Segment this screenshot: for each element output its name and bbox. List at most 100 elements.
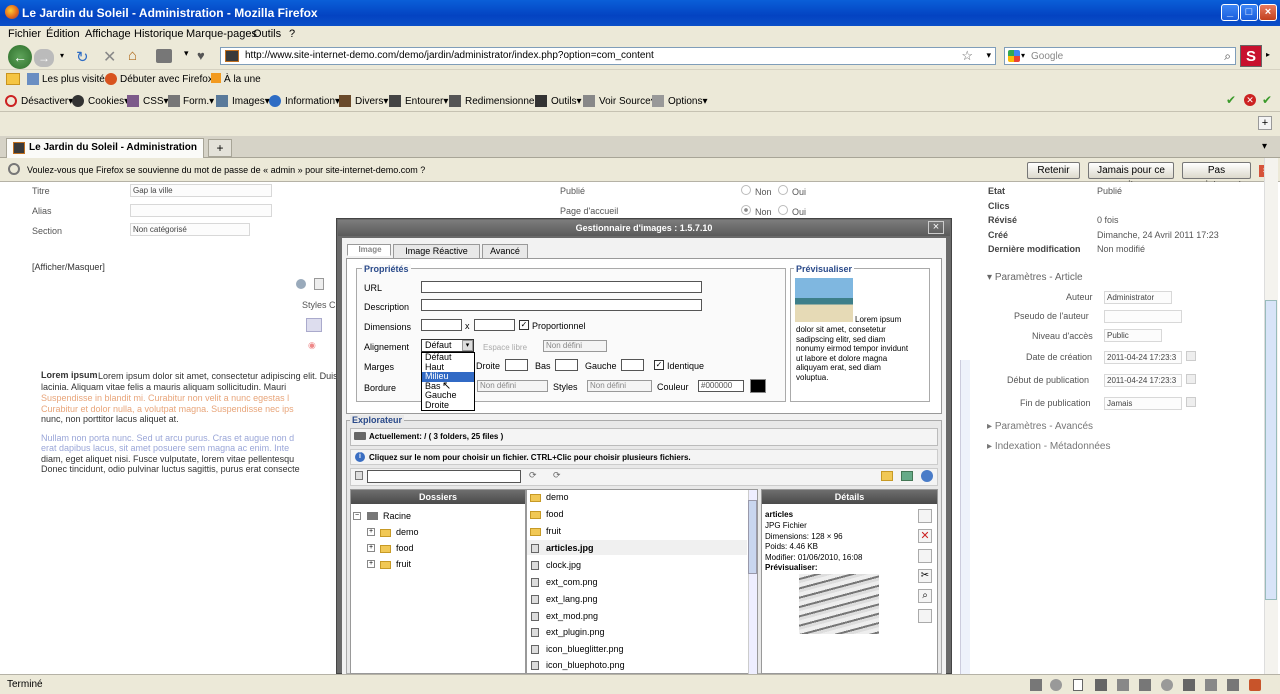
forward-icon[interactable]: → (34, 49, 54, 67)
not-now-button[interactable]: Pas maintenant (1182, 162, 1251, 191)
url-input[interactable] (421, 281, 702, 293)
accueil-oui-radio[interactable] (778, 205, 788, 215)
tree-food[interactable]: food (380, 543, 414, 553)
file-clock-jpg[interactable]: clock.jpg (531, 560, 581, 571)
files-scrollbar-thumb[interactable] (748, 500, 757, 574)
date-creation-input[interactable]: 2011-04-24 17:23:3 (1104, 351, 1182, 364)
menu-marque-pages[interactable]: Marque-pages (186, 28, 257, 40)
zoom-icon[interactable]: ⌕ (918, 589, 932, 603)
search-box[interactable]: ▾ Google ⌕ (1004, 47, 1236, 65)
dev-voir-source[interactable]: Voir Source▾ (599, 96, 656, 107)
file-articles-jpg[interactable]: articles.jpg (531, 543, 594, 554)
insert-icon[interactable] (918, 509, 932, 523)
star-bookmark-icon[interactable]: ☆ (961, 48, 973, 64)
params-avances-header[interactable]: ▸ Paramètres - Avancés (987, 421, 1093, 432)
status-icon-2[interactable] (1050, 679, 1062, 691)
reload-icon[interactable]: ↻ (76, 48, 89, 66)
color-input[interactable]: #000000 (698, 380, 744, 392)
debut-input[interactable]: 2011-04-24 17:23:3 (1104, 374, 1182, 387)
new-folder-icon[interactable] (881, 471, 893, 481)
status-icon-4[interactable] (1095, 679, 1107, 691)
color-picker-icon[interactable] (750, 379, 766, 393)
margin-bottom-input[interactable] (555, 359, 578, 371)
tree-expand-icon[interactable]: + (367, 528, 375, 536)
status-icon-11[interactable] (1249, 679, 1261, 691)
close-window-button[interactable]: × (1259, 4, 1277, 21)
status-icon-5[interactable] (1117, 679, 1129, 691)
border-width-select[interactable]: Non défini (477, 380, 548, 392)
url-text[interactable]: http://www.site-internet-demo.com/demo/j… (245, 50, 654, 61)
dialog-close-button[interactable]: × (928, 221, 944, 234)
dev-information[interactable]: Information▾ (285, 96, 340, 107)
history-dropdown-icon[interactable]: ▾ (60, 51, 64, 60)
titre-input[interactable]: Gap la ville (130, 184, 272, 197)
identical-checkbox[interactable]: ✓ (654, 360, 664, 370)
status-icon-8[interactable] (1183, 679, 1195, 691)
width-input[interactable] (421, 319, 462, 331)
bookmark-a-la-une[interactable]: À la une (224, 74, 261, 85)
file-icon-bluephoto[interactable]: icon_bluephoto.png (531, 660, 625, 671)
tab-avance[interactable]: Avancé (482, 244, 528, 259)
menu-fichier[interactable]: Fichier (8, 28, 41, 40)
accueil-non-radio[interactable] (741, 205, 751, 215)
file-ext-mod[interactable]: ext_mod.png (531, 611, 598, 622)
fin-input[interactable]: Jamais (1104, 397, 1182, 410)
toolbar-dropdown-icon[interactable]: ▾ (184, 48, 189, 59)
margin-right-input[interactable] (505, 359, 528, 371)
dev-divers[interactable]: Divers▾ (355, 96, 388, 107)
download-icon[interactable] (156, 49, 172, 63)
editor-help-icon[interactable] (296, 279, 306, 289)
align-option-droite[interactable]: Droite (422, 400, 474, 411)
search-icon[interactable]: ⌕ (1224, 49, 1231, 64)
cut-icon[interactable]: ✂ (918, 569, 932, 583)
engine-dropdown-icon[interactable]: ▾ (1021, 51, 1025, 60)
file-icon-blueglitter[interactable]: icon_blueglitter.png (531, 644, 624, 655)
maximize-button[interactable]: □ (1240, 4, 1258, 21)
url-dropdown-icon[interactable]: ▾ (986, 50, 991, 61)
calendar-icon-3[interactable] (1186, 397, 1196, 407)
description-input[interactable] (421, 299, 702, 311)
margin-left-input[interactable] (621, 359, 644, 371)
dev-entourer[interactable]: Entourer▾ (405, 96, 448, 107)
status-icon-3[interactable] (1073, 679, 1083, 691)
status-icon-1[interactable] (1030, 679, 1042, 691)
overflow-icon[interactable]: ▸ (1266, 50, 1270, 59)
help-icon[interactable] (921, 470, 933, 482)
back-icon[interactable]: ← (8, 45, 32, 69)
tab-image-reactive[interactable]: Image Réactive (393, 244, 480, 259)
dev-options[interactable]: Options▾ (668, 96, 707, 107)
editor-table-icon[interactable] (306, 318, 322, 332)
section-select[interactable]: Non catégorisé (130, 223, 250, 236)
dev-desactiver[interactable]: Désactiver▾ (21, 96, 73, 107)
content-scrollbar[interactable] (960, 360, 970, 674)
select-arrow-icon[interactable]: ▾ (462, 340, 473, 351)
dev-outils[interactable]: Outils▾ (551, 96, 582, 107)
params-article-header[interactable]: ▾ Paramètres - Article (987, 272, 1083, 283)
publie-oui-radio[interactable] (778, 185, 788, 195)
tree-root[interactable]: Racine (367, 511, 411, 521)
dev-cookies[interactable]: Cookies▾ (88, 96, 129, 107)
copy-icon[interactable] (918, 549, 932, 563)
espace-libre-select[interactable]: Non défini (543, 340, 607, 352)
tab-image[interactable]: Image (347, 244, 391, 256)
new-tab-button[interactable]: + (208, 139, 232, 157)
tree-collapse-icon[interactable]: − (353, 512, 361, 520)
delete-icon[interactable]: ✕ (918, 529, 932, 543)
file-food[interactable]: food (530, 509, 564, 519)
menu-historique[interactable]: Historique (134, 28, 184, 40)
remember-button[interactable]: Retenir (1027, 162, 1080, 179)
url-bar[interactable]: http://www.site-internet-demo.com/demo/j… (220, 47, 996, 65)
new-tab-plus-icon[interactable]: + (1258, 116, 1272, 130)
status-icon-6[interactable] (1139, 679, 1151, 691)
status-icon-9[interactable] (1205, 679, 1217, 691)
google-engine-icon[interactable] (1008, 50, 1020, 62)
tree-expand-icon-3[interactable]: + (367, 560, 375, 568)
border-style-select[interactable]: Non défini (587, 380, 652, 392)
niveau-select[interactable]: Public (1104, 329, 1162, 342)
upload-icon[interactable] (901, 471, 913, 481)
error-icon[interactable]: ✕ (1244, 94, 1256, 106)
filter-input[interactable] (367, 470, 521, 483)
s-extension-icon[interactable]: S (1240, 45, 1262, 67)
never-for-site-button[interactable]: Jamais pour ce site (1088, 162, 1174, 191)
dev-css[interactable]: CSS▾ (143, 96, 169, 107)
